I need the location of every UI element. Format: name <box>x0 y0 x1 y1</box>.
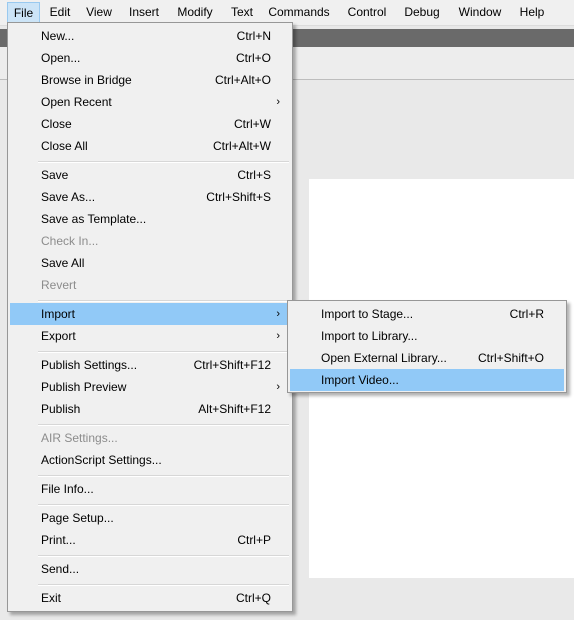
menu-item-label: Open External Library... <box>321 351 447 365</box>
menu-item-save[interactable]: Save Ctrl+S <box>10 164 290 186</box>
menu-item-label: New... <box>41 29 75 43</box>
menu-item-check-in: Check In... <box>10 230 290 252</box>
menu-item-label: Revert <box>41 278 77 292</box>
menu-item-label: Export <box>41 329 76 343</box>
menu-item-label: Import to Library... <box>321 329 418 343</box>
menu-item-export[interactable]: Export › <box>10 325 290 347</box>
menu-file[interactable]: File <box>7 2 40 23</box>
menu-separator <box>38 584 289 586</box>
chevron-right-icon: › <box>276 381 280 393</box>
menu-item-shortcut: Ctrl+Shift+F12 <box>193 358 271 372</box>
menu-item-shortcut: Ctrl+Alt+W <box>212 139 271 153</box>
chevron-right-icon: › <box>276 330 280 342</box>
menu-text[interactable]: Text <box>225 2 259 23</box>
menu-item-publish[interactable]: Publish Alt+Shift+F12 <box>10 398 290 420</box>
menu-item-shortcut: Ctrl+R <box>509 307 544 321</box>
menu-item-label: Page Setup... <box>41 511 114 525</box>
menu-item-label: Save All <box>41 256 85 270</box>
menu-item-label: Publish <box>41 402 81 416</box>
menu-item-label: Import to Stage... <box>321 307 414 321</box>
menu-item-close[interactable]: Close Ctrl+W <box>10 113 290 135</box>
menu-item-label: Save as Template... <box>41 212 147 226</box>
menu-item-label: File Info... <box>41 482 94 496</box>
menu-separator <box>38 475 289 477</box>
menu-item-open-external-library[interactable]: Open External Library... Ctrl+Shift+O <box>290 347 564 369</box>
menu-item-label: Check In... <box>41 234 99 248</box>
menu-item-import-to-stage[interactable]: Import to Stage... Ctrl+R <box>290 303 564 325</box>
menu-item-file-info[interactable]: File Info... <box>10 478 290 500</box>
menu-item-label: AIR Settings... <box>41 431 118 445</box>
menu-item-import-to-library[interactable]: Import to Library... <box>290 325 564 347</box>
menu-item-label: Publish Preview <box>41 380 127 394</box>
menu-item-label: Save As... <box>41 190 96 204</box>
menu-item-label: Send... <box>41 562 80 576</box>
menu-item-shortcut: Ctrl+Q <box>235 591 271 605</box>
menu-item-label: Close All <box>41 139 88 153</box>
menu-item-page-setup[interactable]: Page Setup... <box>10 507 290 529</box>
menu-item-shortcut: Ctrl+W <box>234 117 271 131</box>
menu-item-shortcut: Ctrl+O <box>235 51 271 65</box>
menu-item-shortcut: Ctrl+S <box>237 168 271 182</box>
chevron-right-icon: › <box>276 96 280 108</box>
menu-item-label: Open Recent <box>41 95 112 109</box>
menu-item-send[interactable]: Send... <box>10 558 290 580</box>
menu-help[interactable]: Help <box>514 2 550 23</box>
menu-item-label: Save <box>41 168 69 182</box>
menu-item-shortcut: Ctrl+Alt+O <box>214 73 271 87</box>
menu-separator <box>38 351 289 353</box>
menu-item-save-as[interactable]: Save As... Ctrl+Shift+S <box>10 186 290 208</box>
menu-separator <box>38 555 289 557</box>
menu-item-label: Close <box>41 117 72 131</box>
menu-separator <box>38 300 289 302</box>
menu-item-shortcut: Alt+Shift+F12 <box>198 402 271 416</box>
menu-window[interactable]: Window <box>452 2 508 23</box>
menu-item-print[interactable]: Print... Ctrl+P <box>10 529 290 551</box>
menu-item-label: Publish Settings... <box>41 358 138 372</box>
file-menu: New... Ctrl+N Open... Ctrl+O Browse in Bri… <box>7 22 293 612</box>
menu-edit[interactable]: Edit <box>44 2 76 23</box>
menu-item-close-all[interactable]: Close All Ctrl+Alt+W <box>10 135 290 157</box>
menu-separator <box>38 161 289 163</box>
menu-item-revert: Revert <box>10 274 290 296</box>
menu-modify[interactable]: Modify <box>171 2 219 23</box>
menu-control[interactable]: Control <box>341 2 393 23</box>
menu-item-browse-in-bridge[interactable]: Browse in Bridge Ctrl+Alt+O <box>10 69 290 91</box>
chevron-right-icon: › <box>276 308 280 320</box>
menu-item-new[interactable]: New... Ctrl+N <box>10 25 290 47</box>
menu-item-label: Browse in Bridge <box>41 73 132 87</box>
menu-commands[interactable]: Commands <box>264 2 334 23</box>
menu-item-exit[interactable]: Exit Ctrl+Q <box>10 587 290 609</box>
menu-item-label: ActionScript Settings... <box>41 453 162 467</box>
menu-item-air-settings: AIR Settings... <box>10 427 290 449</box>
menu-item-label: Import <box>41 307 76 321</box>
menu-debug[interactable]: Debug <box>399 2 445 23</box>
menu-insert[interactable]: Insert <box>123 2 165 23</box>
menu-item-publish-settings[interactable]: Publish Settings... Ctrl+Shift+F12 <box>10 354 290 376</box>
menu-item-actionscript-settings[interactable]: ActionScript Settings... <box>10 449 290 471</box>
menu-view[interactable]: View <box>81 2 117 23</box>
menu-item-open[interactable]: Open... Ctrl+O <box>10 47 290 69</box>
menu-item-save-as-template[interactable]: Save as Template... <box>10 208 290 230</box>
menu-item-shortcut: Ctrl+Shift+S <box>206 190 271 204</box>
menu-item-label: Print... <box>41 533 76 547</box>
menu-item-publish-preview[interactable]: Publish Preview › <box>10 376 290 398</box>
menu-separator <box>38 424 289 426</box>
menu-item-label: Import Video... <box>321 373 399 387</box>
menu-separator <box>38 504 289 506</box>
menu-item-import[interactable]: Import › <box>10 303 290 325</box>
menu-item-label: Exit <box>41 591 62 605</box>
menu-item-label: Open... <box>41 51 81 65</box>
menu-item-save-all[interactable]: Save All <box>10 252 290 274</box>
import-submenu: Import to Stage... Ctrl+R Import to Libra… <box>287 300 567 393</box>
menu-item-shortcut: Ctrl+P <box>237 533 271 547</box>
menu-item-shortcut: Ctrl+Shift+O <box>477 351 544 365</box>
menu-item-import-video[interactable]: Import Video... <box>290 369 564 391</box>
menu-item-open-recent[interactable]: Open Recent › <box>10 91 290 113</box>
menu-item-shortcut: Ctrl+N <box>236 29 271 43</box>
